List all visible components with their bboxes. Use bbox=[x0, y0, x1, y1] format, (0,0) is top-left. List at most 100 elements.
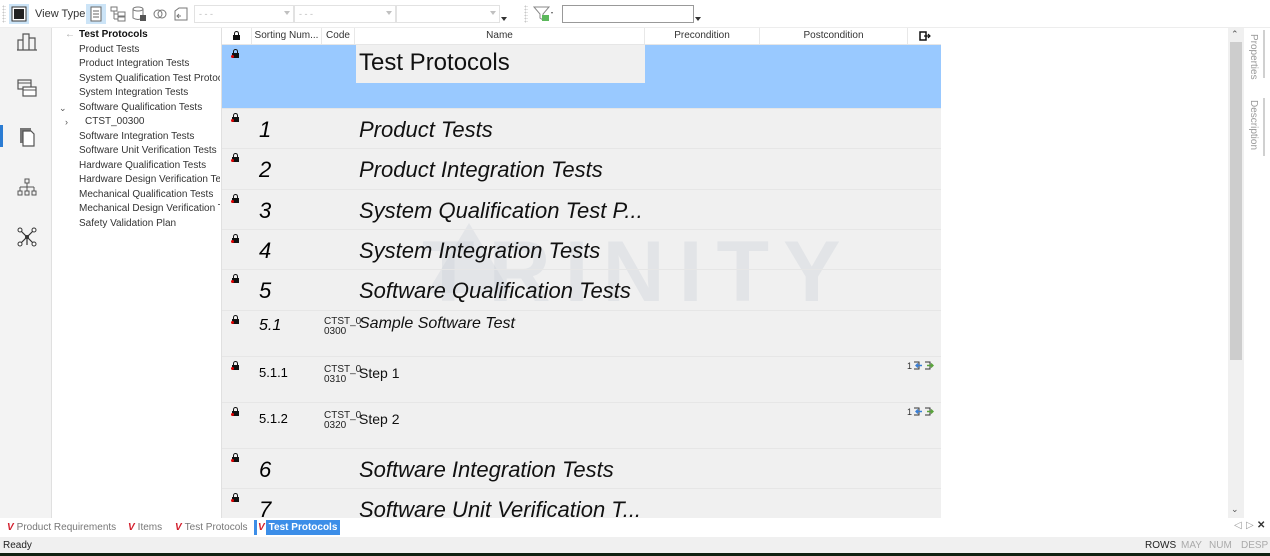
table-row[interactable]: 5 Software Qualification Tests bbox=[222, 269, 941, 309]
rail-button-windows[interactable] bbox=[10, 73, 44, 103]
sorting-number: 6 bbox=[259, 456, 272, 482]
status-bar: Ready ROWS MAY NUM DESP bbox=[0, 537, 1270, 553]
document-tab[interactable]: V Test Protocols bbox=[254, 520, 341, 535]
filter-combo-1[interactable]: - - - bbox=[194, 5, 294, 23]
back-arrow-icon[interactable]: ← bbox=[65, 28, 75, 42]
side-panel: Properties Description bbox=[1244, 28, 1270, 518]
name-cell[interactable]: Sample Software Test bbox=[359, 315, 515, 333]
table-row[interactable]: 1 Product Tests bbox=[222, 108, 941, 148]
column-header-name[interactable]: Name bbox=[355, 28, 645, 44]
name-cell[interactable]: Software Qualification Tests bbox=[359, 278, 631, 304]
tree-view-button[interactable] bbox=[108, 4, 128, 24]
rail-active-indicator bbox=[0, 125, 3, 147]
name-cell[interactable]: System Integration Tests bbox=[359, 238, 600, 264]
table-row-title[interactable]: Test Protocols bbox=[222, 44, 941, 108]
table-row[interactable]: 3 System Qualification Test P... bbox=[222, 188, 941, 229]
tab-scroll-right-icon[interactable]: ▷ bbox=[1246, 520, 1254, 531]
document-tab[interactable]: V Items bbox=[125, 520, 165, 535]
table-row[interactable]: 2 Product Integration Tests bbox=[222, 148, 941, 188]
chevron-down-icon[interactable]: ⌄ bbox=[59, 101, 67, 115]
document-tabs: V Product Requirements V Items V Test Protoco… bbox=[0, 518, 1270, 537]
document-view-button[interactable] bbox=[86, 4, 106, 24]
view-type-button[interactable] bbox=[9, 4, 29, 24]
vertical-scrollbar[interactable]: ⌃ ⌄ bbox=[1228, 28, 1244, 518]
toolbar-grip[interactable] bbox=[2, 5, 6, 23]
trace-links[interactable]: 1 bbox=[907, 406, 935, 417]
toolbar-overflow-icon[interactable] bbox=[501, 17, 507, 21]
link-count: 1 bbox=[907, 406, 913, 417]
database-icon bbox=[132, 6, 146, 21]
toolbar-grip-2[interactable] bbox=[524, 5, 528, 23]
database-view-button[interactable] bbox=[129, 4, 149, 24]
table-row[interactable]: 7 Software Unit Verification T... bbox=[222, 487, 941, 518]
code-cell: CTST_0 0300 bbox=[324, 316, 361, 337]
table-row[interactable]: 5.1.1 CTST_0 0310 Step 1 1 bbox=[222, 355, 941, 402]
document-tab[interactable]: V Test Protocols bbox=[172, 520, 250, 535]
network-icon bbox=[17, 227, 37, 247]
table-row[interactable]: 5.1.2 CTST_0 0320 Step 2 1 bbox=[222, 401, 941, 448]
document-icon bbox=[90, 6, 102, 22]
link-icon bbox=[153, 9, 167, 19]
chevron-right-icon[interactable]: › bbox=[65, 115, 68, 129]
tree-item-label: Software Qualification Tests bbox=[79, 101, 203, 113]
document-tab[interactable]: V Product Requirements bbox=[4, 520, 119, 535]
tree-item-label: System Integration Tests bbox=[79, 87, 189, 98]
table-row[interactable]: 4 System Integration Tests bbox=[222, 228, 941, 269]
rail-button-network[interactable] bbox=[10, 222, 44, 252]
lock-icon bbox=[231, 274, 239, 284]
table-row[interactable]: 5.1 CTST_0 0300 Sample Software Test bbox=[222, 309, 941, 356]
close-tab-icon[interactable]: ✕ bbox=[1257, 520, 1265, 531]
bar-chart-icon bbox=[17, 33, 37, 51]
name-cell[interactable]: System Qualification Test P... bbox=[359, 198, 643, 224]
scroll-down-icon[interactable]: ⌄ bbox=[1231, 504, 1239, 515]
scrollbar-thumb[interactable] bbox=[1230, 42, 1242, 360]
filter-combo-2[interactable]: - - - bbox=[294, 5, 396, 23]
side-tab-description[interactable]: Description bbox=[1248, 100, 1259, 150]
name-cell[interactable]: Software Integration Tests bbox=[359, 457, 614, 483]
side-tab-properties[interactable]: Properties bbox=[1248, 34, 1259, 80]
scroll-up-icon[interactable]: ⌃ bbox=[1231, 29, 1239, 40]
code-cell: CTST_0 0320 bbox=[324, 410, 361, 431]
rail-button-hierarchy[interactable] bbox=[10, 173, 44, 203]
link-view-button[interactable] bbox=[150, 4, 170, 24]
column-header-precondition[interactable]: Precondition bbox=[645, 28, 760, 44]
application-window: View Type - - - - - - ← Test Protocols P… bbox=[0, 0, 1270, 556]
export-view-button[interactable] bbox=[171, 4, 191, 24]
name-cell[interactable]: Step 1 bbox=[359, 365, 399, 381]
toolbar: View Type - - - - - - bbox=[0, 0, 1270, 28]
view-type-icon bbox=[11, 6, 27, 22]
column-header-links[interactable] bbox=[908, 28, 941, 44]
chevron-down-icon bbox=[284, 11, 290, 15]
column-header-code[interactable]: Code bbox=[322, 28, 355, 44]
lock-icon bbox=[231, 113, 239, 122]
tree-item-label: Product Tests bbox=[79, 43, 140, 55]
document-title[interactable]: Test Protocols bbox=[356, 45, 645, 83]
lock-icon bbox=[231, 49, 239, 58]
column-header-sorting-number[interactable]: Sorting Num... bbox=[252, 28, 322, 44]
chevron-down-icon bbox=[386, 11, 392, 15]
filter-button[interactable] bbox=[532, 4, 556, 24]
sorting-number: 5.1.1 bbox=[259, 364, 288, 380]
name-cell[interactable]: Product Tests bbox=[359, 117, 493, 143]
filter-dropdown-icon[interactable] bbox=[695, 17, 701, 21]
tab-scroll-left-icon[interactable]: ◁ bbox=[1234, 520, 1242, 531]
trace-links[interactable]: 1 bbox=[907, 361, 935, 371]
name-cell[interactable]: Software Unit Verification T... bbox=[359, 497, 641, 518]
column-header-lock[interactable] bbox=[222, 28, 252, 44]
tree-item-label: Hardware Design Verification Tests bbox=[79, 174, 220, 185]
navigation-tree: ← Test Protocols Product Tests Product In… bbox=[53, 28, 220, 518]
hierarchy-icon bbox=[17, 178, 37, 196]
lock-icon bbox=[231, 492, 239, 502]
lock-icon bbox=[231, 193, 239, 203]
name-cell[interactable]: Product Integration Tests bbox=[359, 157, 603, 183]
column-header-postcondition[interactable]: Postcondition bbox=[760, 28, 908, 44]
rail-button-documents[interactable] bbox=[10, 122, 44, 152]
tree-item-label: Safety Validation Plan bbox=[79, 217, 177, 229]
table-row[interactable]: 6 Software Integration Tests bbox=[222, 447, 941, 488]
filter-combo-3[interactable] bbox=[396, 5, 500, 23]
app-logo-icon: V bbox=[175, 522, 182, 533]
sorting-number: 1 bbox=[259, 117, 272, 142]
rail-button-charts[interactable] bbox=[10, 26, 44, 56]
filter-input[interactable] bbox=[562, 5, 694, 23]
name-cell[interactable]: Step 2 bbox=[359, 411, 399, 427]
